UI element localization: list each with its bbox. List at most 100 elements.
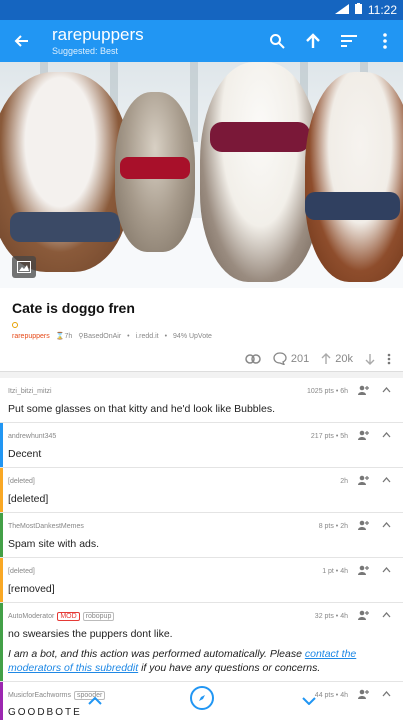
upvote-button[interactable]: 20k xyxy=(321,353,353,365)
post-author[interactable]: ⚲BasedOnAir xyxy=(78,332,121,340)
reply-button[interactable] xyxy=(358,565,370,577)
comment-depth-bar xyxy=(0,682,3,720)
comment-icon xyxy=(273,352,287,365)
comment[interactable]: [deleted] 1 pt • 4h [removed] xyxy=(0,558,403,603)
reply-icon xyxy=(358,520,369,530)
author-flair-tag: spooder xyxy=(74,690,106,700)
comment[interactable]: TheMostDankestMemes 8 pts • 2h Spam site… xyxy=(0,513,403,558)
post-score: 20k xyxy=(335,352,353,365)
reply-button[interactable] xyxy=(358,475,370,487)
chevron-up-icon xyxy=(382,477,391,483)
arrow-back-icon xyxy=(14,35,28,47)
post-meta: rarepuppers ⌛7h ⚲BasedOnAir • i.redd.it … xyxy=(12,332,212,341)
downvote-button[interactable] xyxy=(365,353,375,365)
comment-meta: 1 pt • 4h xyxy=(322,567,348,575)
reply-icon xyxy=(358,565,369,575)
collapse-button[interactable] xyxy=(382,691,391,699)
comment[interactable]: [deleted] 2h [deleted] xyxy=(0,468,403,513)
comment-bot-notice: I am a bot, and this action was performe… xyxy=(8,648,357,674)
collapse-button[interactable] xyxy=(382,612,391,620)
reply-button[interactable] xyxy=(358,430,370,442)
app-bar: rarepuppers Suggested: Best xyxy=(0,20,403,62)
comment-author[interactable]: Itzi_bitzi_mitzi xyxy=(8,388,52,395)
more-vert-icon xyxy=(387,353,391,364)
chevron-up-icon xyxy=(382,432,391,438)
comment-body: [removed] xyxy=(8,583,55,595)
comment-author[interactable]: TheMostDankestMemes xyxy=(8,523,84,530)
comment[interactable]: Itzi_bitzi_mitzi 1025 pts • 6h Put some … xyxy=(0,378,403,423)
comment-meta: 217 pts • 5h xyxy=(310,432,348,440)
reply-button[interactable] xyxy=(358,610,370,622)
sort-icon xyxy=(341,35,357,47)
chevron-up-icon xyxy=(382,567,391,573)
reply-icon xyxy=(358,430,369,440)
post-more-button[interactable] xyxy=(387,353,391,365)
comment-depth-bar xyxy=(0,513,3,557)
comment-author[interactable]: [deleted] xyxy=(8,478,35,485)
post-upvote-ratio: 94% UpVote xyxy=(173,332,212,340)
comment[interactable]: AutoModerator MOD robopup 32 pts • 4h no s… xyxy=(0,603,403,682)
scroll-top-button[interactable] xyxy=(295,20,331,62)
comment-meta: 8 pts • 2h xyxy=(318,522,348,530)
reply-icon xyxy=(358,610,369,620)
comment[interactable]: andrewhunt345 217 pts • 5h Decent xyxy=(0,423,403,468)
comment-meta: 2h xyxy=(340,477,348,485)
share-link-button[interactable] xyxy=(245,353,261,364)
reply-button[interactable] xyxy=(358,385,370,397)
reply-icon xyxy=(358,475,369,485)
comment-author[interactable]: MusicforEachworms xyxy=(8,692,71,699)
downvote-icon xyxy=(365,353,375,365)
collapse-button[interactable] xyxy=(382,567,391,575)
post-flair xyxy=(12,322,18,328)
overflow-menu-button[interactable] xyxy=(367,20,403,62)
upvote-icon xyxy=(321,352,331,364)
compass-icon xyxy=(198,695,205,701)
post-actions: 201 20k xyxy=(12,352,391,365)
comment-meta: 44 pts • 4h xyxy=(314,691,348,699)
chevron-up-icon xyxy=(382,612,391,618)
comment-list: Itzi_bitzi_mitzi 1025 pts • 6h Put some … xyxy=(0,378,403,720)
comment-depth-bar xyxy=(0,423,3,467)
reply-button[interactable] xyxy=(358,689,370,701)
comment-meta: 1025 pts • 6h xyxy=(307,387,348,395)
comment-author[interactable]: AutoModerator xyxy=(8,613,54,620)
signal-icon xyxy=(334,3,349,17)
reply-button[interactable] xyxy=(358,520,370,532)
comment-body: [deleted] xyxy=(8,493,49,505)
chevron-up-icon xyxy=(382,691,391,697)
comment-body: Put some glasses on that kitty and he'd … xyxy=(8,403,275,415)
back-button[interactable] xyxy=(0,20,42,62)
post-card: Cate is doggo fren rarepuppers ⌛7h ⚲Base… xyxy=(0,288,403,372)
post-subreddit[interactable]: rarepuppers xyxy=(12,333,50,340)
navigate-button[interactable] xyxy=(189,686,214,710)
comment-depth-bar xyxy=(0,558,3,602)
battery-icon xyxy=(354,3,362,17)
comment-depth-bar xyxy=(0,468,3,512)
collapse-button[interactable] xyxy=(382,387,391,395)
comment-author[interactable]: [deleted] xyxy=(8,568,35,575)
collapse-button[interactable] xyxy=(382,477,391,485)
status-bar: 11:22 xyxy=(0,0,403,20)
post-image[interactable] xyxy=(0,62,403,288)
comment-meta: 32 pts • 4h xyxy=(314,612,348,620)
post-age: ⌛7h xyxy=(55,333,73,340)
post-title[interactable]: Cate is doggo fren xyxy=(12,300,391,316)
post-domain[interactable]: i.redd.it xyxy=(136,333,159,340)
comment-body: no swearsies the puppers dont like. xyxy=(8,628,173,640)
reply-icon xyxy=(358,385,369,395)
image-type-icon xyxy=(12,256,36,278)
sort-button[interactable] xyxy=(331,20,367,62)
reply-icon xyxy=(358,689,369,699)
author-flair-tag: robopup xyxy=(82,611,115,621)
chevron-up-icon xyxy=(382,387,391,393)
comment-count: 201 xyxy=(290,352,310,365)
collapse-button[interactable] xyxy=(382,522,391,530)
page-title: rarepuppers xyxy=(52,25,144,44)
comments-button[interactable]: 201 xyxy=(273,352,309,365)
comment-author[interactable]: andrewhunt345 xyxy=(8,433,56,440)
comment-body: Decent xyxy=(8,448,42,460)
arrow-up-icon xyxy=(306,33,320,48)
search-button[interactable] xyxy=(259,20,295,62)
status-time: 11:22 xyxy=(367,3,397,17)
collapse-button[interactable] xyxy=(382,432,391,440)
